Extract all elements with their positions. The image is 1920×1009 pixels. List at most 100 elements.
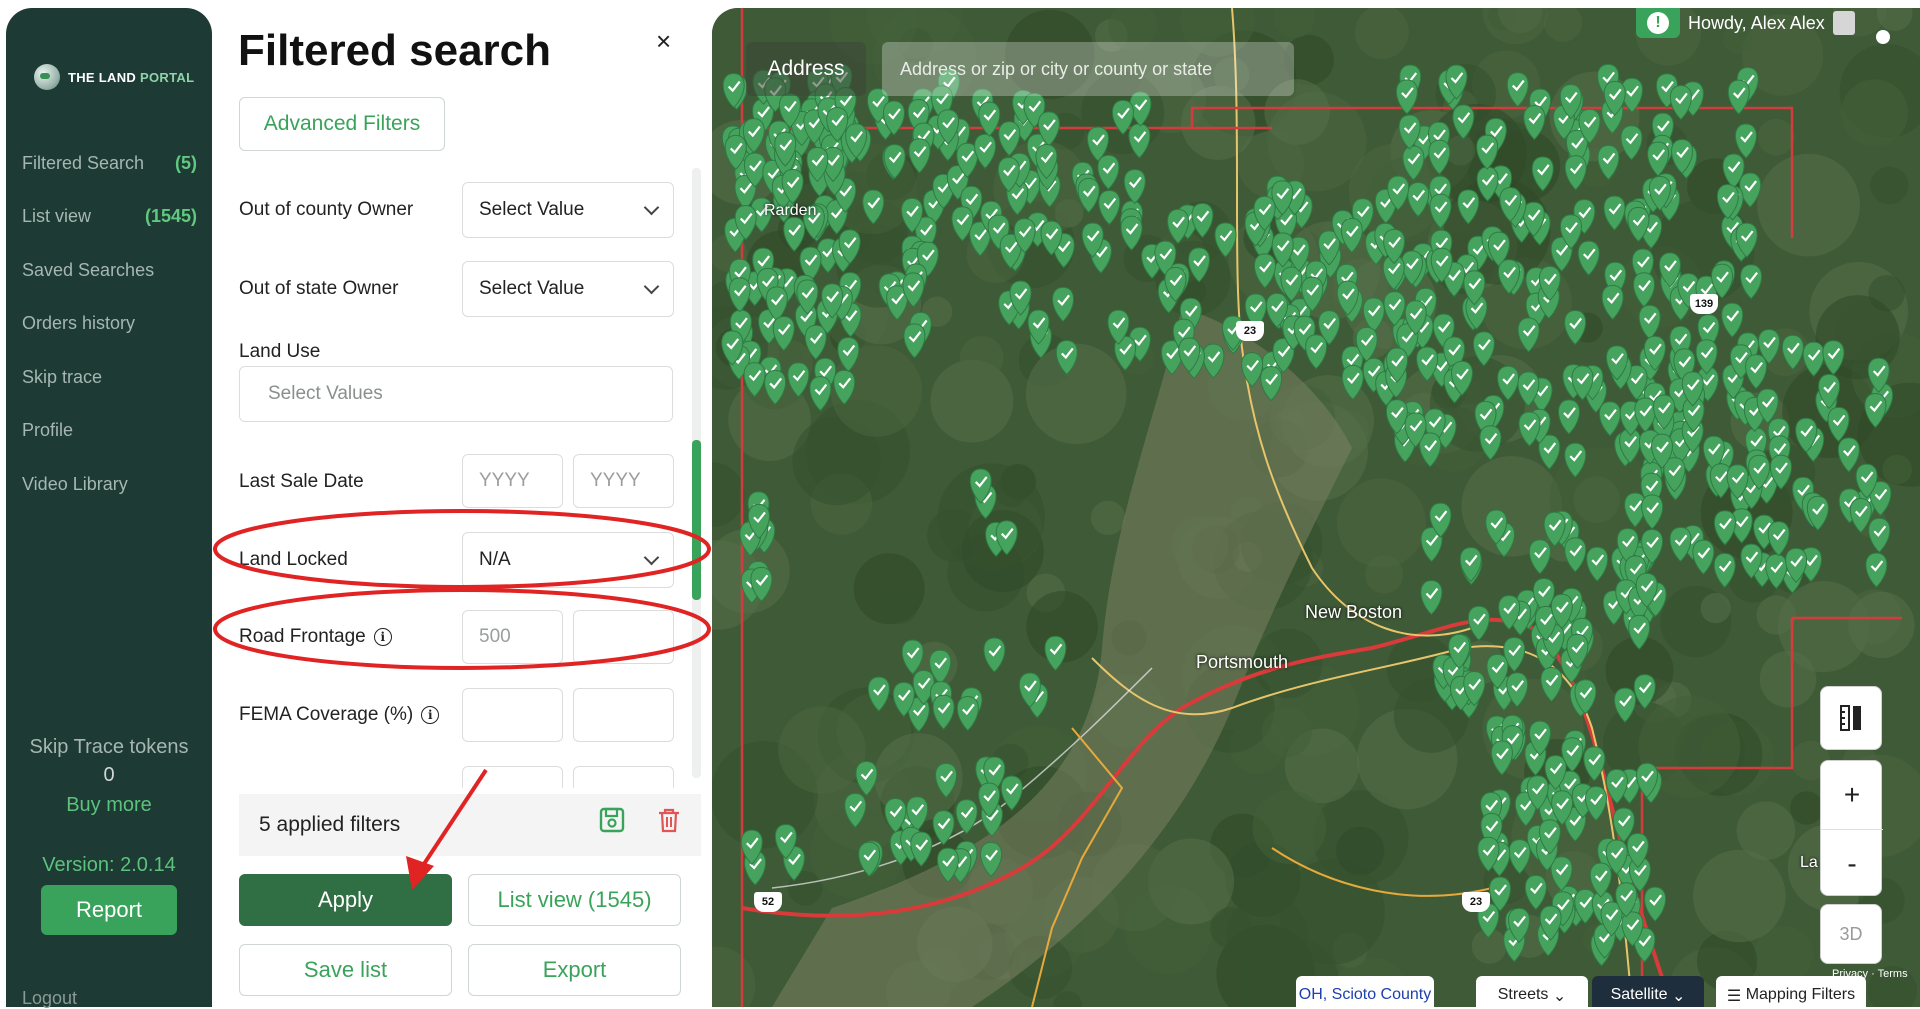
place-label: Portsmouth <box>1196 652 1289 672</box>
route-shield: 23 <box>1462 892 1490 912</box>
terrain-patch <box>881 587 918 624</box>
select-value: N/A <box>479 549 511 570</box>
logo[interactable]: THE LAND PORTAL <box>34 64 194 90</box>
user-badge[interactable]: ! Howdy, Alex Alex <box>1636 8 1855 38</box>
place-label: Rarden <box>764 202 817 219</box>
county-tab[interactable]: OH, Scioto County <box>1296 976 1434 1007</box>
sidebar-item-label: List view <box>22 206 92 226</box>
sidebar-item-orders-history[interactable]: Orders history <box>22 313 197 334</box>
last-sale-date-label: Last Sale Date <box>239 471 364 492</box>
out-of-state-select[interactable]: Select Value <box>462 261 674 317</box>
trash-icon[interactable] <box>654 805 684 835</box>
fema-coverage-label: FEMA Coverage (%) i <box>239 704 440 726</box>
next-filter-min-input[interactable] <box>462 766 563 788</box>
terrain-patch <box>1226 894 1308 976</box>
alert-icon[interactable]: ! <box>1636 8 1680 38</box>
info-icon[interactable]: i <box>373 628 392 646</box>
sidebar-item-count: (5) <box>175 153 197 173</box>
ruler-icon <box>1840 705 1861 731</box>
sidebar-item-list-view[interactable]: List view (1545) <box>22 206 197 227</box>
fema-max-input[interactable] <box>573 688 674 742</box>
filters-icon: ☰ <box>1726 988 1746 1005</box>
land-locked-label: Land Locked <box>239 549 348 570</box>
land-use-multiselect[interactable]: Select Values <box>239 366 673 422</box>
skip-trace-tokens-value: 0 <box>103 764 115 786</box>
save-list-button[interactable]: Save list <box>239 944 452 996</box>
buy-more-link[interactable]: Buy more <box>6 794 212 817</box>
out-of-county-select[interactable]: Select Value <box>462 182 674 238</box>
sidebar-item-skip-trace[interactable]: Skip trace <box>22 367 197 388</box>
last-sale-from-input[interactable]: YYYY <box>462 454 563 508</box>
applied-filters-count: 5 applied filters <box>259 813 401 836</box>
sidebar: THE LAND PORTAL Filtered Search (5) List… <box>6 8 212 1009</box>
sidebar-item-label: Filtered Search <box>22 153 145 173</box>
sidebar-item-label: Video Library <box>22 474 128 494</box>
terrain-patch <box>1090 500 1126 535</box>
close-icon[interactable]: × <box>656 26 671 57</box>
out-of-county-label: Out of county Owner <box>239 199 414 220</box>
terrain-patch <box>1841 79 1909 147</box>
satellite-map[interactable] <box>712 8 1920 1007</box>
streets-tab[interactable]: Streets ⌄ <box>1476 976 1588 1007</box>
terrain-patch <box>1336 478 1426 568</box>
save-icon[interactable] <box>597 805 627 835</box>
satellite-tab[interactable]: Satellite ⌄ <box>1592 976 1704 1007</box>
zoom-control: + - <box>1820 760 1883 897</box>
route-shield: 139 <box>1690 294 1718 314</box>
road-frontage-label: Road Frontage i <box>239 626 392 648</box>
report-button[interactable]: Report <box>41 885 177 935</box>
terrain-patch <box>1759 651 1817 708</box>
sidebar-item-video-library[interactable]: Video Library <box>22 474 197 495</box>
terrain-patch <box>1693 849 1786 943</box>
sidebar-item-label: Skip trace <box>22 367 103 387</box>
version-label: Version: 2.0.14 <box>42 854 176 876</box>
apply-button[interactable]: Apply <box>239 874 452 926</box>
select-value: Select Value <box>479 199 585 220</box>
place-label: New Boston <box>1305 602 1403 622</box>
3d-toggle-button[interactable]: 3D <box>1820 904 1882 964</box>
out-of-state-label: Out of state Owner <box>239 278 399 299</box>
sidebar-item-label: Saved Searches <box>22 260 155 280</box>
terrain-patch <box>1261 707 1312 758</box>
terrain-patch <box>1336 826 1385 875</box>
advanced-filters-button[interactable]: Advanced Filters <box>239 97 445 151</box>
fema-min-input[interactable] <box>462 688 563 742</box>
terrain-patch <box>1848 591 1915 659</box>
globe-logo-icon <box>34 64 60 90</box>
road-frontage-min-input[interactable]: 500 <box>462 610 563 664</box>
sidebar-item-profile[interactable]: Profile <box>22 420 197 441</box>
zoom-in-button[interactable]: + <box>1821 761 1883 829</box>
skip-trace-tokens-label: Skip Trace tokens <box>29 736 189 758</box>
measure-tool-button[interactable] <box>1820 686 1882 750</box>
list-view-button[interactable]: List view (1545) <box>468 874 681 926</box>
last-sale-to-input[interactable]: YYYY <box>573 454 674 508</box>
chevron-down-icon <box>643 278 660 294</box>
sidebar-item-label: Orders history <box>22 313 136 333</box>
info-icon[interactable]: i <box>421 706 440 724</box>
avatar[interactable] <box>1832 11 1855 35</box>
sidebar-item-saved-searches[interactable]: Saved Searches <box>22 260 197 281</box>
terrain-patch <box>1252 790 1327 864</box>
road-frontage-label-text: Road Frontage <box>239 626 366 647</box>
terrain-patch <box>959 335 1004 380</box>
chevron-down-icon <box>643 199 660 215</box>
land-locked-select[interactable]: N/A <box>462 532 674 588</box>
terrain-patch <box>1870 166 1909 205</box>
road-frontage-max-input[interactable] <box>573 610 674 664</box>
mapping-filters-tab[interactable]: ☰ Mapping Filters <box>1716 976 1866 1007</box>
fema-coverage-label-text: FEMA Coverage (%) <box>239 704 414 725</box>
address-label: Address <box>746 42 866 96</box>
export-button[interactable]: Export <box>468 944 681 996</box>
panel-scrollbar-thumb[interactable] <box>692 440 701 600</box>
route-shield: 23 <box>1236 321 1264 341</box>
next-filter-max-input[interactable] <box>573 766 674 788</box>
filter-panel: Filtered search × Advanced Filters Out o… <box>222 8 702 1007</box>
sidebar-item-filtered-search[interactable]: Filtered Search (5) <box>22 153 197 174</box>
zoom-out-button[interactable]: - <box>1821 829 1883 897</box>
logout-link[interactable]: Logout <box>22 988 77 1009</box>
chevron-down-icon <box>643 549 660 565</box>
address-search-input[interactable]: Address or zip or city or county or stat… <box>882 42 1294 96</box>
map-view[interactable]: Rarden New Boston Portsmouth 139 23 52 2… <box>712 8 1920 1007</box>
terrain-patch <box>1757 118 1795 156</box>
land-use-label: Land Use <box>239 341 321 362</box>
